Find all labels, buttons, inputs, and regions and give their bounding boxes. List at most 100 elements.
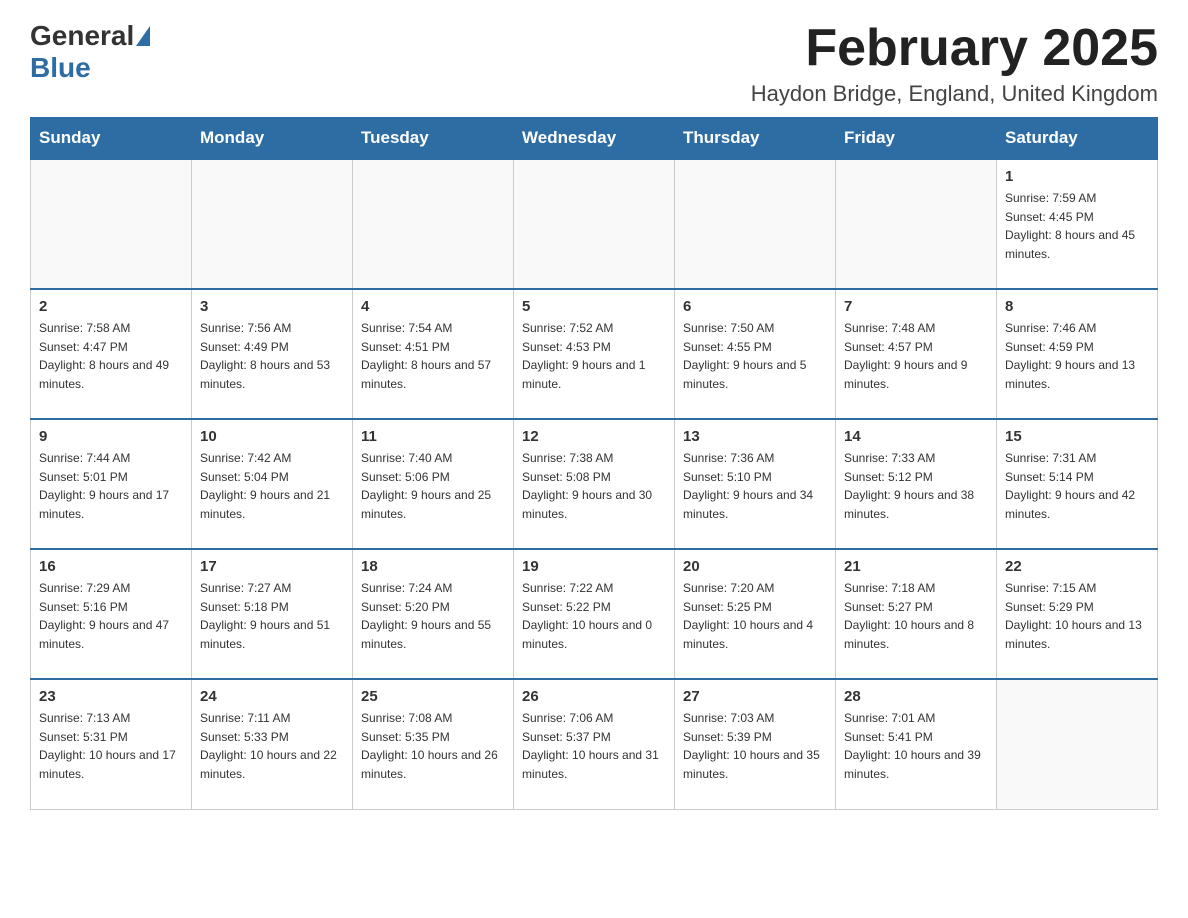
calendar-cell: 12Sunrise: 7:38 AMSunset: 5:08 PMDayligh…	[514, 419, 675, 549]
day-number: 1	[1005, 168, 1149, 185]
calendar-col-header-saturday: Saturday	[997, 118, 1158, 160]
calendar-header-row: SundayMondayTuesdayWednesdayThursdayFrid…	[31, 118, 1158, 160]
calendar-cell: 24Sunrise: 7:11 AMSunset: 5:33 PMDayligh…	[192, 679, 353, 809]
calendar-cell: 18Sunrise: 7:24 AMSunset: 5:20 PMDayligh…	[353, 549, 514, 679]
day-number: 7	[844, 298, 988, 315]
day-info: Sunrise: 7:18 AMSunset: 5:27 PMDaylight:…	[844, 579, 988, 653]
calendar-cell: 1Sunrise: 7:59 AMSunset: 4:45 PMDaylight…	[997, 159, 1158, 289]
calendar-col-header-friday: Friday	[836, 118, 997, 160]
calendar-cell: 22 Sunrise: 7:15 AMSunset: 5:29 PMDayligh…	[997, 549, 1158, 679]
day-info: Sunrise: 7:29 AMSunset: 5:16 PMDaylight:…	[39, 579, 183, 653]
day-info: Sunrise: 7:15 AMSunset: 5:29 PMDaylight:…	[1005, 579, 1149, 653]
calendar-cell	[192, 159, 353, 289]
calendar-cell: 5 Sunrise: 7:52 AMSunset: 4:53 PMDaylight…	[514, 289, 675, 419]
day-number: 4	[361, 298, 505, 315]
calendar-cell: 28 Sunrise: 7:01 AMSunset: 5:41 PMDayligh…	[836, 679, 997, 809]
title-block: February 2025 Haydon Bridge, England, Un…	[751, 20, 1158, 107]
location-title: Haydon Bridge, England, United Kingdom	[751, 81, 1158, 107]
month-title: February 2025	[751, 20, 1158, 77]
calendar-cell: 20 Sunrise: 7:20 AMSunset: 5:25 PMDayligh…	[675, 549, 836, 679]
calendar-cell: 4 Sunrise: 7:54 AMSunset: 4:51 PMDaylight…	[353, 289, 514, 419]
day-number: 20	[683, 558, 827, 575]
day-info: Sunrise: 7:42 AMSunset: 5:04 PMDaylight:…	[200, 449, 344, 523]
day-number: 11	[361, 428, 505, 445]
day-info: Sunrise: 7:27 AMSunset: 5:18 PMDaylight:…	[200, 579, 344, 653]
day-info: Sunrise: 7:56 AMSunset: 4:49 PMDaylight:…	[200, 319, 344, 393]
calendar-cell: 11 Sunrise: 7:40 AMSunset: 5:06 PMDayligh…	[353, 419, 514, 549]
calendar-cell: 15 Sunrise: 7:31 AMSunset: 5:14 PMDayligh…	[997, 419, 1158, 549]
day-info: Sunrise: 7:48 AMSunset: 4:57 PMDaylight:…	[844, 319, 988, 393]
calendar-cell	[514, 159, 675, 289]
day-info: Sunrise: 7:08 AMSunset: 5:35 PMDaylight:…	[361, 709, 505, 783]
day-number: 16	[39, 558, 183, 575]
calendar-cell: 8 Sunrise: 7:46 AMSunset: 4:59 PMDaylight…	[997, 289, 1158, 419]
day-number: 26	[522, 688, 666, 705]
calendar-week-row: 16 Sunrise: 7:29 AMSunset: 5:16 PMDayligh…	[31, 549, 1158, 679]
day-number: 9	[39, 428, 183, 445]
logo-general-text: General	[30, 20, 134, 52]
calendar-cell: 19 Sunrise: 7:22 AMSunset: 5:22 PMDayligh…	[514, 549, 675, 679]
calendar-cell	[675, 159, 836, 289]
calendar-cell	[836, 159, 997, 289]
calendar-cell: 17 Sunrise: 7:27 AMSunset: 5:18 PMDayligh…	[192, 549, 353, 679]
calendar-col-header-monday: Monday	[192, 118, 353, 160]
calendar-week-row: 1Sunrise: 7:59 AMSunset: 4:45 PMDaylight…	[31, 159, 1158, 289]
day-info: Sunrise: 7:36 AMSunset: 5:10 PMDaylight:…	[683, 449, 827, 523]
logo-blue-text: Blue	[30, 52, 91, 83]
calendar-col-header-tuesday: Tuesday	[353, 118, 514, 160]
day-info: Sunrise: 7:33 AMSunset: 5:12 PMDaylight:…	[844, 449, 988, 523]
calendar-week-row: 9 Sunrise: 7:44 AMSunset: 5:01 PMDaylight…	[31, 419, 1158, 549]
calendar-cell	[31, 159, 192, 289]
day-number: 22	[1005, 558, 1149, 575]
day-info: Sunrise: 7:52 AMSunset: 4:53 PMDaylight:…	[522, 319, 666, 393]
day-number: 19	[522, 558, 666, 575]
calendar-cell: 16 Sunrise: 7:29 AMSunset: 5:16 PMDayligh…	[31, 549, 192, 679]
day-number: 8	[1005, 298, 1149, 315]
day-info: Sunrise: 7:01 AMSunset: 5:41 PMDaylight:…	[844, 709, 988, 783]
day-info: Sunrise: 7:44 AMSunset: 5:01 PMDaylight:…	[39, 449, 183, 523]
calendar-cell: 13 Sunrise: 7:36 AMSunset: 5:10 PMDayligh…	[675, 419, 836, 549]
day-number: 27	[683, 688, 827, 705]
day-info: Sunrise: 7:24 AMSunset: 5:20 PMDaylight:…	[361, 579, 505, 653]
calendar-col-header-sunday: Sunday	[31, 118, 192, 160]
day-info: Sunrise: 7:03 AMSunset: 5:39 PMDaylight:…	[683, 709, 827, 783]
calendar-cell	[997, 679, 1158, 809]
day-info: Sunrise: 7:58 AMSunset: 4:47 PMDaylight:…	[39, 319, 183, 393]
day-number: 10	[200, 428, 344, 445]
calendar-cell: 6Sunrise: 7:50 AMSunset: 4:55 PMDaylight…	[675, 289, 836, 419]
day-info: Sunrise: 7:54 AMSunset: 4:51 PMDaylight:…	[361, 319, 505, 393]
day-number: 28	[844, 688, 988, 705]
calendar-cell: 10 Sunrise: 7:42 AMSunset: 5:04 PMDayligh…	[192, 419, 353, 549]
day-number: 5	[522, 298, 666, 315]
day-info: Sunrise: 7:38 AMSunset: 5:08 PMDaylight:…	[522, 449, 666, 523]
day-info: Sunrise: 7:46 AMSunset: 4:59 PMDaylight:…	[1005, 319, 1149, 393]
day-info: Sunrise: 7:20 AMSunset: 5:25 PMDaylight:…	[683, 579, 827, 653]
calendar-cell	[353, 159, 514, 289]
calendar-cell: 2 Sunrise: 7:58 AMSunset: 4:47 PMDaylight…	[31, 289, 192, 419]
calendar-week-row: 2 Sunrise: 7:58 AMSunset: 4:47 PMDaylight…	[31, 289, 1158, 419]
calendar-cell: 27 Sunrise: 7:03 AMSunset: 5:39 PMDayligh…	[675, 679, 836, 809]
day-info: Sunrise: 7:22 AMSunset: 5:22 PMDaylight:…	[522, 579, 666, 653]
day-number: 17	[200, 558, 344, 575]
calendar-cell: 9 Sunrise: 7:44 AMSunset: 5:01 PMDaylight…	[31, 419, 192, 549]
page-header: General Blue February 2025 Haydon Bridge…	[30, 20, 1158, 107]
calendar-cell: 26Sunrise: 7:06 AMSunset: 5:37 PMDayligh…	[514, 679, 675, 809]
day-info: Sunrise: 7:40 AMSunset: 5:06 PMDaylight:…	[361, 449, 505, 523]
day-info: Sunrise: 7:50 AMSunset: 4:55 PMDaylight:…	[683, 319, 827, 393]
day-number: 13	[683, 428, 827, 445]
calendar-col-header-wednesday: Wednesday	[514, 118, 675, 160]
day-info: Sunrise: 7:13 AMSunset: 5:31 PMDaylight:…	[39, 709, 183, 783]
day-number: 3	[200, 298, 344, 315]
calendar-col-header-thursday: Thursday	[675, 118, 836, 160]
calendar-cell: 14 Sunrise: 7:33 AMSunset: 5:12 PMDayligh…	[836, 419, 997, 549]
day-number: 21	[844, 558, 988, 575]
day-number: 14	[844, 428, 988, 445]
day-info: Sunrise: 7:11 AMSunset: 5:33 PMDaylight:…	[200, 709, 344, 783]
logo: General Blue	[30, 20, 152, 84]
calendar-table: SundayMondayTuesdayWednesdayThursdayFrid…	[30, 117, 1158, 810]
day-number: 2	[39, 298, 183, 315]
day-number: 15	[1005, 428, 1149, 445]
day-info: Sunrise: 7:31 AMSunset: 5:14 PMDaylight:…	[1005, 449, 1149, 523]
calendar-cell: 3 Sunrise: 7:56 AMSunset: 4:49 PMDaylight…	[192, 289, 353, 419]
calendar-cell: 23Sunrise: 7:13 AMSunset: 5:31 PMDayligh…	[31, 679, 192, 809]
